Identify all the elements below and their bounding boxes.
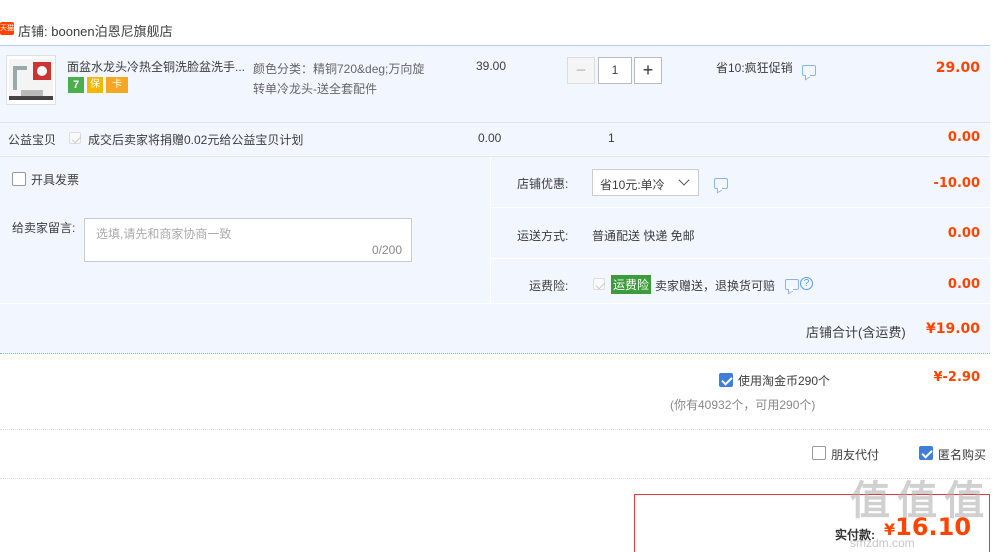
- faucet-icon: [9, 59, 53, 100]
- use-coins-checkbox[interactable]: [719, 373, 733, 387]
- discount-amount: -10.00: [933, 176, 980, 191]
- coins-note: (你有40932个，可用290个): [670, 398, 816, 412]
- watermark-domain: smzdm.com: [850, 536, 915, 550]
- options-divider: [0, 478, 990, 479]
- sku-line-1: 颜色分类：精铜720&deg;万向旋: [253, 62, 425, 76]
- shipping-value: 普通配送 快递 免邮: [592, 229, 695, 243]
- coins-label[interactable]: 使用淘金币290个: [738, 372, 830, 389]
- insurance-label: 运费险:: [529, 279, 569, 293]
- anonymous-checkbox[interactable]: [919, 446, 933, 460]
- insurance-desc: 卖家赠送，退换货可赔: [655, 279, 776, 293]
- message-textarea[interactable]: 选填,请先和商家协商一致 0/200: [84, 218, 412, 262]
- panel-row-divider-1: [491, 207, 990, 208]
- tmall-badge: 天猫: [0, 22, 14, 35]
- insurance-checkbox: [593, 278, 605, 290]
- quantity-input[interactable]: 1: [598, 57, 632, 84]
- discount-select[interactable]: 省10元:单冷: [592, 169, 699, 196]
- help-icon[interactable]: ?: [800, 277, 813, 290]
- invoice-label[interactable]: 开具发票: [31, 171, 79, 188]
- item-row-divider: [0, 122, 990, 123]
- unit-price: 39.00: [476, 59, 507, 73]
- message-counter: 0/200: [371, 243, 402, 257]
- message-label: 给卖家留言:: [12, 221, 76, 235]
- sku-info: 颜色分类：精铜720&deg;万向旋 转单冷龙头-送全套配件: [253, 59, 424, 99]
- message-placeholder: 选填,请先和商家协商一致: [96, 227, 232, 241]
- product-title[interactable]: 面盆水龙头冷热全铜洗脸盆洗手...: [67, 58, 245, 75]
- guarantee-icon[interactable]: 保: [87, 77, 103, 93]
- chat-icon[interactable]: [802, 65, 816, 76]
- insurance-tag: 运费险: [611, 275, 652, 294]
- panel-row-divider-2: [491, 258, 990, 259]
- chevron-down-icon: [678, 174, 690, 186]
- friend-pay-checkbox[interactable]: [812, 446, 826, 460]
- insurance-amount: 0.00: [947, 277, 980, 292]
- item-subtotal: 29.00: [935, 60, 980, 76]
- discount-select-value: 省10元:单冷: [600, 178, 665, 192]
- quantity-stepper: − 1 +: [567, 57, 663, 84]
- shipping-label: 运送方式:: [517, 229, 569, 243]
- charity-desc: 成交后卖家将捐赠0.02元给公益宝贝计划: [88, 133, 304, 147]
- panel-row-divider-3: [0, 303, 990, 304]
- discount-label: 店铺优惠:: [517, 177, 569, 191]
- store-total-label: 店铺合计(含运费): [806, 325, 906, 340]
- product-image[interactable]: [6, 55, 56, 105]
- charity-subtotal: 0.00: [947, 130, 980, 145]
- charity-price: 0.00: [478, 131, 502, 145]
- credit-card-icon[interactable]: 卡: [106, 77, 128, 93]
- store-label-text: 店铺:: [18, 24, 48, 39]
- chat-icon[interactable]: [714, 178, 728, 189]
- coins-divider: [0, 429, 990, 430]
- invoice-checkbox[interactable]: [12, 172, 26, 186]
- shipping-amount: 0.00: [947, 226, 980, 241]
- charity-qty: 1: [608, 131, 615, 145]
- friend-pay-label[interactable]: 朋友代付: [831, 446, 879, 463]
- sku-line-2: 转单冷龙头-送全套配件: [253, 82, 377, 96]
- store-total-amount: ¥19.00: [925, 321, 980, 337]
- increase-button[interactable]: +: [634, 57, 662, 84]
- anonymous-label[interactable]: 匿名购买: [938, 446, 986, 463]
- charity-checkbox: [69, 132, 81, 144]
- service-badges: 7 保 卡: [68, 77, 128, 93]
- seven-day-return-icon[interactable]: 7: [68, 77, 84, 93]
- decrease-button[interactable]: −: [567, 57, 595, 84]
- watermark: 值 值 值: [850, 479, 984, 523]
- coins-amount: ¥-2.90: [933, 370, 980, 385]
- store-label: 店铺: boonen泊恩尼旗舰店: [18, 21, 173, 40]
- item-promo: 省10:疯狂促销: [716, 61, 793, 75]
- charity-label: 公益宝贝: [8, 133, 57, 147]
- store-name-link[interactable]: boonen泊恩尼旗舰店: [51, 24, 172, 39]
- panel-divider: [490, 157, 491, 303]
- chat-icon[interactable]: [785, 279, 799, 290]
